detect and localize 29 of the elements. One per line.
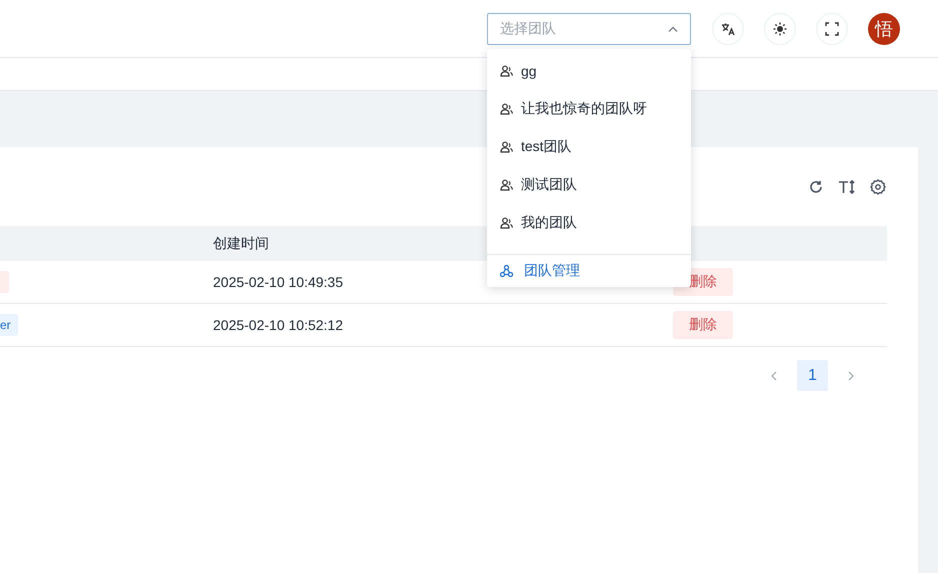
translate-button[interactable] xyxy=(712,12,744,44)
page-button[interactable]: 1 xyxy=(797,360,828,391)
settings-icon[interactable] xyxy=(870,179,886,195)
refresh-icon[interactable] xyxy=(808,179,824,195)
team-option[interactable]: 测试团队 xyxy=(487,166,691,204)
fullscreen-button[interactable] xyxy=(816,12,848,44)
delete-button[interactable]: 删除 xyxy=(673,311,733,339)
fullscreen-icon xyxy=(825,22,839,36)
chevron-up-icon xyxy=(668,26,678,32)
team-option[interactable]: 让我也惊奇的团队呀 xyxy=(487,90,691,128)
team-icon xyxy=(500,217,513,229)
table-cell: 2025-02-10 10:49:35 xyxy=(213,274,343,290)
team-option[interactable]: 我的团队 xyxy=(487,204,691,242)
team-icon xyxy=(500,103,513,115)
sun-icon xyxy=(773,22,787,36)
sun-button[interactable] xyxy=(764,12,796,44)
table-cell: 2025-02-10 10:52:12 xyxy=(213,317,343,333)
team-icon xyxy=(500,65,513,77)
translate-icon xyxy=(721,22,735,36)
triangle-nodes-icon xyxy=(500,265,513,277)
tag: er xyxy=(0,314,18,336)
user-avatar[interactable]: 悟 xyxy=(868,12,900,44)
team-icon xyxy=(500,179,513,191)
team-option[interactable]: gg xyxy=(487,52,691,90)
team-option[interactable]: test团队 xyxy=(487,128,691,166)
text-height-icon[interactable] xyxy=(838,179,856,195)
team-management-link[interactable]: 团队管理 xyxy=(487,254,691,287)
team-icon xyxy=(500,141,513,153)
column-header: 创建时间 xyxy=(213,234,269,250)
